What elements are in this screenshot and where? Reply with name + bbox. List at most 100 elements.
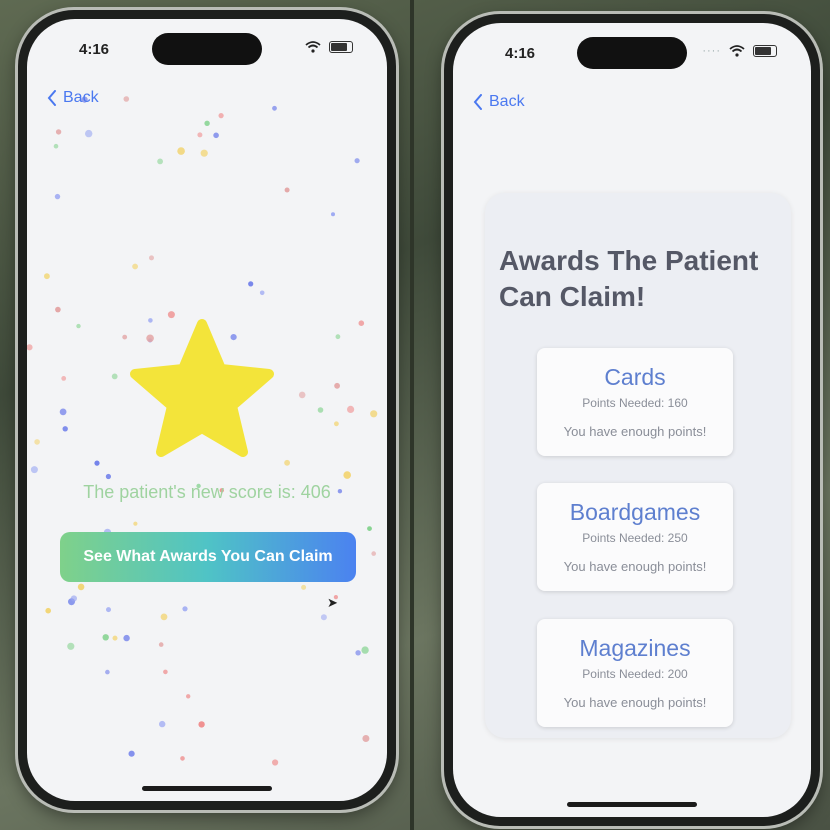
award-status: You have enough points! (563, 695, 707, 710)
confetti-dot (158, 642, 164, 647)
confetti-dot (55, 129, 62, 135)
left-phone-photo: 4:16 Back The patient's new score is: 40… (0, 0, 410, 830)
award-status: You have enough points! (563, 559, 707, 574)
confetti-dot (59, 408, 67, 416)
chevron-left-icon (47, 90, 56, 106)
award-points: Points Needed: 200 (582, 667, 688, 681)
confetti-dot (331, 212, 335, 217)
confetti-dot (160, 613, 168, 621)
confetti-dot (355, 650, 361, 656)
confetti-dot (301, 584, 307, 590)
confetti-dot (358, 320, 365, 327)
confetti-dot (76, 323, 81, 329)
confetti-dot (133, 521, 138, 526)
signal-dots-icon: ···· (702, 45, 721, 57)
confetti-dot (34, 439, 40, 445)
awards-title: Awards The Patient Can Claim! (499, 245, 759, 313)
award-card-magazines[interactable]: Magazines Points Needed: 200 You have en… (537, 619, 733, 727)
wifi-icon (729, 45, 745, 57)
back-button[interactable]: Back (473, 93, 525, 111)
confetti-dot (180, 756, 185, 761)
status-icons: ···· (702, 45, 777, 57)
confetti-dot (200, 149, 208, 157)
confetti-dot (61, 376, 67, 381)
home-indicator[interactable] (567, 802, 697, 807)
confetti-dot (362, 735, 370, 742)
confetti-dot (347, 405, 355, 413)
award-status: You have enough points! (563, 424, 707, 439)
confetti-dot (335, 334, 341, 340)
confetti-dot (45, 607, 51, 614)
confetti-dot (149, 255, 154, 261)
confetti-dot (213, 132, 219, 139)
back-button[interactable]: Back (47, 89, 99, 107)
battery-icon (753, 45, 777, 57)
confetti-dot (272, 759, 279, 766)
confetti-dot (343, 471, 352, 479)
status-icons (305, 41, 353, 53)
award-name: Magazines (579, 635, 691, 661)
award-card-cards[interactable]: Cards Points Needed: 160 You have enough… (537, 348, 733, 456)
phone-frame: 4:16 ···· Back Awards The Patient Can Cl… (444, 14, 820, 826)
confetti-dot (159, 720, 166, 728)
status-time: 4:16 (505, 45, 536, 62)
award-name: Boardgames (569, 499, 701, 525)
award-name: Cards (604, 364, 666, 390)
confetti-dot (132, 263, 138, 270)
confetti-dot (54, 193, 61, 200)
confetti-dot (259, 290, 265, 296)
confetti-dot (284, 459, 290, 466)
confetti-dot (62, 426, 68, 432)
confetti-dot (197, 132, 203, 138)
confetti-dot (371, 551, 377, 556)
dynamic-island (152, 33, 262, 65)
confetti-dot (334, 382, 340, 389)
confetti-dot (218, 113, 224, 119)
confetti-dot (105, 669, 110, 675)
confetti-dot (186, 694, 191, 699)
see-awards-button[interactable]: See What Awards You Can Claim (60, 532, 356, 582)
phone-screen: 4:16 Back The patient's new score is: 40… (27, 19, 387, 801)
confetti-dot (123, 96, 130, 102)
confetti-dot (102, 634, 109, 641)
dynamic-island (577, 37, 687, 69)
confetti-dot (204, 120, 210, 127)
confetti-dot (284, 187, 290, 193)
confetti-dot (163, 669, 168, 675)
confetti-dot (198, 721, 205, 728)
confetti-dot (67, 642, 75, 650)
star-icon (130, 319, 274, 457)
confetti-dot (320, 614, 327, 621)
award-points: Points Needed: 160 (582, 396, 688, 410)
confetti-dot (157, 158, 164, 165)
confetti-dot (317, 407, 324, 413)
confetti-dot (182, 606, 188, 612)
phone-frame: 4:16 Back The patient's new score is: 40… (18, 10, 396, 810)
confetti-dot (361, 646, 369, 654)
confetti-dot (272, 105, 277, 111)
home-indicator[interactable] (142, 786, 272, 791)
confetti-dot (111, 373, 118, 380)
score-text: The patient's new score is: 406 (83, 482, 331, 502)
battery-icon (329, 41, 353, 53)
confetti-dot (85, 129, 93, 138)
confetti-dot (123, 634, 130, 642)
confetti-dot (70, 595, 77, 602)
confetti-dot (77, 583, 85, 591)
confetti-dot (30, 466, 38, 474)
confetti-dot (94, 460, 100, 466)
phone-screen: 4:16 ···· Back Awards The Patient Can Cl… (453, 23, 811, 817)
confetti-dot (334, 421, 339, 427)
back-label: Back (63, 89, 99, 106)
award-card-boardgames[interactable]: Boardgames Points Needed: 250 You have e… (537, 483, 733, 591)
wifi-icon (305, 41, 321, 53)
confetti-dot (354, 158, 360, 164)
confetti-dot (112, 635, 118, 641)
confetti-dot (55, 306, 61, 313)
award-points: Points Needed: 250 (582, 531, 688, 545)
back-label: Back (489, 93, 525, 110)
confetti-dot (128, 750, 135, 757)
chevron-left-icon (473, 94, 482, 110)
confetti-dot (177, 147, 185, 155)
confetti-dot (27, 344, 33, 351)
